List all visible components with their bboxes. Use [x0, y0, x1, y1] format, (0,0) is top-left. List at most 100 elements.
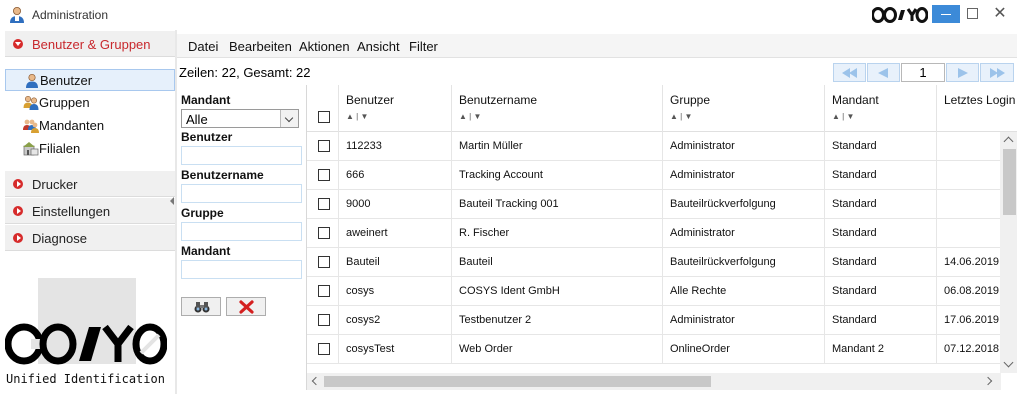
cell-gruppe-text: Bauteilrückverfolgung	[670, 198, 776, 210]
clear-filter-button[interactable]	[226, 297, 266, 316]
scroll-right-icon[interactable]	[983, 376, 993, 386]
maximize-button[interactable]	[967, 8, 978, 19]
nav-group-diagnose[interactable]: Diagnose	[5, 225, 175, 251]
benutzername-filter-input[interactable]	[181, 184, 302, 203]
cell-benutzer: 9000	[339, 190, 452, 219]
cell-letztes-login-text: 07.12.2018	[944, 343, 1000, 355]
cell-benutzer: 666	[339, 161, 452, 190]
row-checkbox[interactable]	[318, 198, 330, 210]
search-button[interactable]	[181, 297, 221, 316]
select-all-checkbox[interactable]	[318, 111, 330, 123]
scroll-up-icon[interactable]	[1003, 136, 1014, 147]
cell-letztes-login: 07.12.2018	[937, 335, 1001, 364]
menu-bearbeiten[interactable]: Bearbeiten	[229, 39, 292, 54]
sort-arrows-icon[interactable]: ▲ | ▼	[670, 112, 692, 121]
row-checkbox[interactable]	[318, 140, 330, 152]
page-number-input[interactable]: 1	[901, 63, 945, 82]
cell-benutzer-text: cosys2	[346, 314, 381, 326]
red-x-icon	[239, 300, 254, 314]
cell-mandant: Standard	[825, 132, 937, 161]
sort-arrows-icon[interactable]: ▲ | ▼	[832, 112, 854, 121]
group-icon	[23, 95, 39, 110]
table-row[interactable]: aweinert R. Fischer Administrator Standard	[307, 219, 1001, 248]
row-select-cell	[307, 190, 339, 219]
gruppe-filter-input[interactable]	[181, 222, 302, 241]
table-row[interactable]: cosys2 Testbenutzer 2 Administrator Standar…	[307, 306, 1001, 335]
cell-benutzername-text: Martin Müller	[459, 140, 523, 152]
cell-benutzer-text: cosysTest	[346, 343, 395, 355]
cell-benutzer-text: cosys	[346, 285, 375, 297]
row-select-cell	[307, 219, 339, 248]
window-title: Administration	[32, 8, 109, 22]
chevron-down-icon[interactable]	[280, 110, 298, 127]
benutzer-filter-input[interactable]	[181, 146, 302, 165]
previous-page-button[interactable]	[867, 63, 900, 82]
cosys-brand-logo-icon	[5, 323, 167, 365]
user-icon	[26, 73, 38, 88]
cell-benutzername: Bauteil Tracking 001	[452, 190, 663, 219]
collapse-arrow-icon[interactable]	[170, 197, 174, 205]
cell-letztes-login: 14.06.2019	[937, 248, 1001, 277]
last-page-button[interactable]	[980, 63, 1014, 82]
cell-gruppe: Administrator	[663, 306, 825, 335]
vertical-scroll-thumb[interactable]	[1003, 149, 1016, 215]
cell-letztes-login-text: 14.06.2019	[944, 256, 1000, 268]
next-page-button[interactable]	[946, 63, 979, 82]
table-row[interactable]: cosysTest Web Order OnlineOrder Mandant 2 07…	[307, 335, 1001, 364]
mandant-filter-input[interactable]	[181, 260, 302, 279]
menu-filter[interactable]: Filter	[409, 39, 438, 54]
cell-benutzer: cosys	[339, 277, 452, 306]
row-checkbox[interactable]	[318, 343, 330, 355]
nav-group-drucker[interactable]: Drucker	[5, 171, 175, 197]
sidebar-item-benutzer[interactable]: Benutzer	[5, 69, 175, 91]
row-checkbox[interactable]	[318, 314, 330, 326]
scroll-down-icon[interactable]	[1003, 357, 1014, 368]
table-row[interactable]: 112233 Martin Müller Administrator Standard	[307, 132, 1001, 161]
horizontal-scrollbar[interactable]	[307, 373, 1001, 390]
users-table: Benutzer ▲ | ▼ Benutzername ▲ | ▼ Gruppe…	[306, 85, 1017, 390]
cell-benutzer: Bauteil	[339, 248, 452, 277]
row-select-cell	[307, 161, 339, 190]
expand-circle-icon	[13, 206, 23, 216]
cell-mandant-text: Standard	[832, 285, 877, 297]
menu-aktionen[interactable]: Aktionen	[299, 39, 350, 54]
row-checkbox[interactable]	[318, 285, 330, 297]
close-button[interactable]: ✕	[992, 5, 1008, 23]
nav-group-einstellungen[interactable]: Einstellungen	[5, 198, 175, 224]
vertical-scrollbar[interactable]	[1000, 132, 1017, 373]
column-header-gruppe[interactable]: Gruppe ▲ | ▼	[663, 85, 825, 132]
cell-letztes-login: 06.08.2019	[937, 277, 1001, 306]
minimize-button[interactable]	[932, 5, 960, 23]
first-page-button[interactable]	[833, 63, 866, 82]
row-checkbox[interactable]	[318, 169, 330, 181]
cell-letztes-login	[937, 161, 1001, 190]
menu-datei[interactable]: Datei	[188, 39, 218, 54]
nav-group-benutzer-gruppen[interactable]: Benutzer & Gruppen	[5, 31, 175, 57]
column-header-benutzername[interactable]: Benutzername ▲ | ▼	[452, 85, 663, 132]
column-header-benutzer[interactable]: Benutzer ▲ | ▼	[339, 85, 452, 132]
horizontal-scroll-thumb[interactable]	[324, 376, 711, 387]
table-header: Benutzer ▲ | ▼ Benutzername ▲ | ▼ Gruppe…	[307, 85, 1017, 132]
left-arrow-icon	[878, 68, 888, 78]
cell-gruppe-text: Administrator	[670, 140, 735, 152]
sidebar-item-filialen[interactable]: Filialen	[5, 138, 175, 160]
cell-benutzername: Tracking Account	[452, 161, 663, 190]
scroll-left-icon[interactable]	[311, 376, 321, 386]
sidebar-item-gruppen[interactable]: Gruppen	[5, 92, 175, 114]
column-header-letztes-login[interactable]: Letztes Login	[937, 85, 1017, 132]
row-checkbox[interactable]	[318, 256, 330, 268]
table-row[interactable]: 666 Tracking Account Administrator Standard	[307, 161, 1001, 190]
collapse-circle-icon	[13, 39, 23, 49]
table-row[interactable]: Bauteil Bauteil Bauteilrückverfolgung Stand…	[307, 248, 1001, 277]
table-row[interactable]: cosys COSYS Ident GmbH Alle Rechte Standard…	[307, 277, 1001, 306]
menu-ansicht[interactable]: Ansicht	[357, 39, 400, 54]
filter-mandant2-label: Mandant	[181, 244, 231, 258]
row-checkbox[interactable]	[318, 227, 330, 239]
mandant-select[interactable]: Alle	[181, 109, 299, 128]
sort-arrows-icon[interactable]: ▲ | ▼	[459, 112, 481, 121]
table-row[interactable]: 9000 Bauteil Tracking 001 Bauteilrückverfo…	[307, 190, 1001, 219]
sidebar-item-mandanten[interactable]: Mandanten	[5, 115, 175, 137]
sort-arrows-icon[interactable]: ▲ | ▼	[346, 112, 368, 121]
filter-gruppe-label: Gruppe	[181, 206, 224, 220]
column-header-mandant[interactable]: Mandant ▲ | ▼	[825, 85, 937, 132]
